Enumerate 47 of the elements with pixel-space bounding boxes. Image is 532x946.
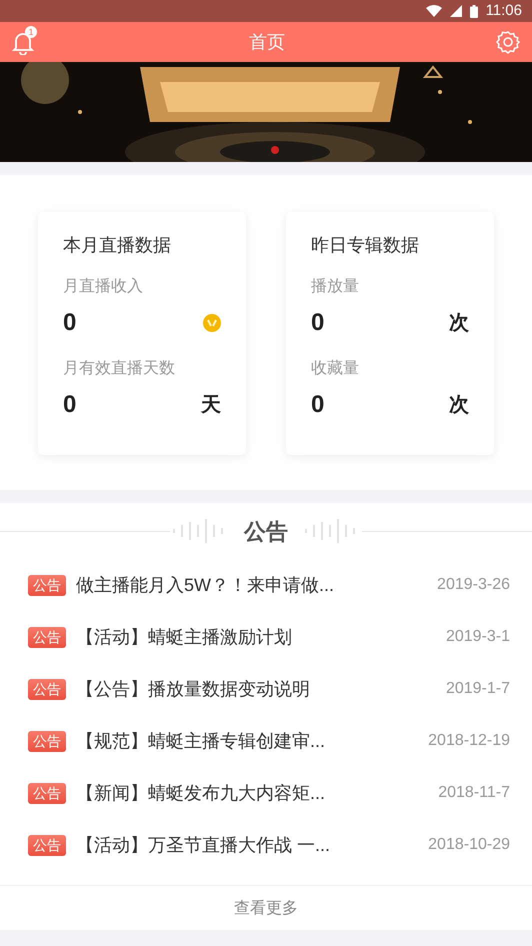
- announcement-tag: 公告: [28, 782, 66, 804]
- metric-label: 月有效直播天数: [63, 358, 176, 379]
- card-title: 本月直播数据: [63, 234, 172, 257]
- metric-value: 0: [311, 308, 324, 338]
- metric-unit: 次: [449, 393, 469, 418]
- announcement-item[interactable]: 公告 【活动】万圣节直播大作战 一... 2018-10-29: [0, 819, 532, 871]
- status-time: 11:06: [486, 0, 522, 21]
- settings-icon[interactable]: [496, 30, 520, 54]
- announcement-date: 2019-3-1: [446, 627, 510, 647]
- metric-unit: 次: [449, 311, 469, 336]
- announcement-date: 2018-11-7: [438, 783, 510, 803]
- metric-value: 0: [311, 390, 324, 420]
- notification-badge: 1: [25, 26, 37, 38]
- announcement-date: 2018-12-19: [428, 731, 510, 751]
- metric-label: 播放量: [311, 277, 360, 297]
- announcement-tag: 公告: [28, 730, 66, 752]
- announcement-date: 2019-1-7: [446, 679, 510, 699]
- section-heading: 公告: [244, 518, 288, 546]
- announcement-item[interactable]: 公告 【公告】播放量数据变动说明 2019-1-7: [0, 663, 532, 715]
- coin-icon: [203, 314, 221, 332]
- announcement-tag: 公告: [28, 678, 66, 700]
- announcement-date: 2019-3-26: [437, 575, 510, 595]
- metric-value: 0: [63, 390, 76, 420]
- metric-unit: 天: [201, 393, 221, 418]
- view-more-link[interactable]: 查看更多: [234, 897, 298, 921]
- announcement-item[interactable]: 公告 做主播能月入5W？！来申请做... 2019-3-26: [0, 559, 532, 611]
- metric-value: 0: [63, 308, 76, 338]
- announcement-date: 2018-10-29: [428, 835, 510, 855]
- wifi-icon: [426, 5, 442, 17]
- announcement-title: 【活动】万圣节直播大作战 一...: [76, 834, 330, 856]
- announcement-tag: 公告: [28, 574, 66, 596]
- announcement-item[interactable]: 公告 【活动】蜻蜓主播激励计划 2019-3-1: [0, 611, 532, 663]
- page-title: 首页: [249, 30, 285, 54]
- announcement-title: 【活动】蜻蜓主播激励计划: [76, 626, 292, 648]
- announcement-title: 【新闻】蜻蜓发布九大内容矩...: [76, 782, 326, 804]
- metric-label: 收藏量: [311, 358, 360, 379]
- announcement-item[interactable]: 公告 【新闻】蜻蜓发布九大内容矩... 2018-11-7: [0, 767, 532, 819]
- announcement-title: 【规范】蜻蜓主播专辑创建审...: [76, 730, 326, 752]
- card-title: 昨日专辑数据: [311, 234, 420, 257]
- announcement-tag: 公告: [28, 834, 66, 856]
- signal-icon: [450, 5, 462, 17]
- announcement-title: 【公告】播放量数据变动说明: [76, 678, 310, 700]
- announcement-item[interactable]: 公告 【规范】蜻蜓主播专辑创建审... 2018-12-19: [0, 715, 532, 767]
- battery-icon: [470, 4, 478, 18]
- metric-label: 月直播收入: [63, 276, 144, 297]
- announcement-title: 做主播能月入5W？！来申请做...: [76, 574, 334, 596]
- announcement-tag: 公告: [28, 626, 66, 648]
